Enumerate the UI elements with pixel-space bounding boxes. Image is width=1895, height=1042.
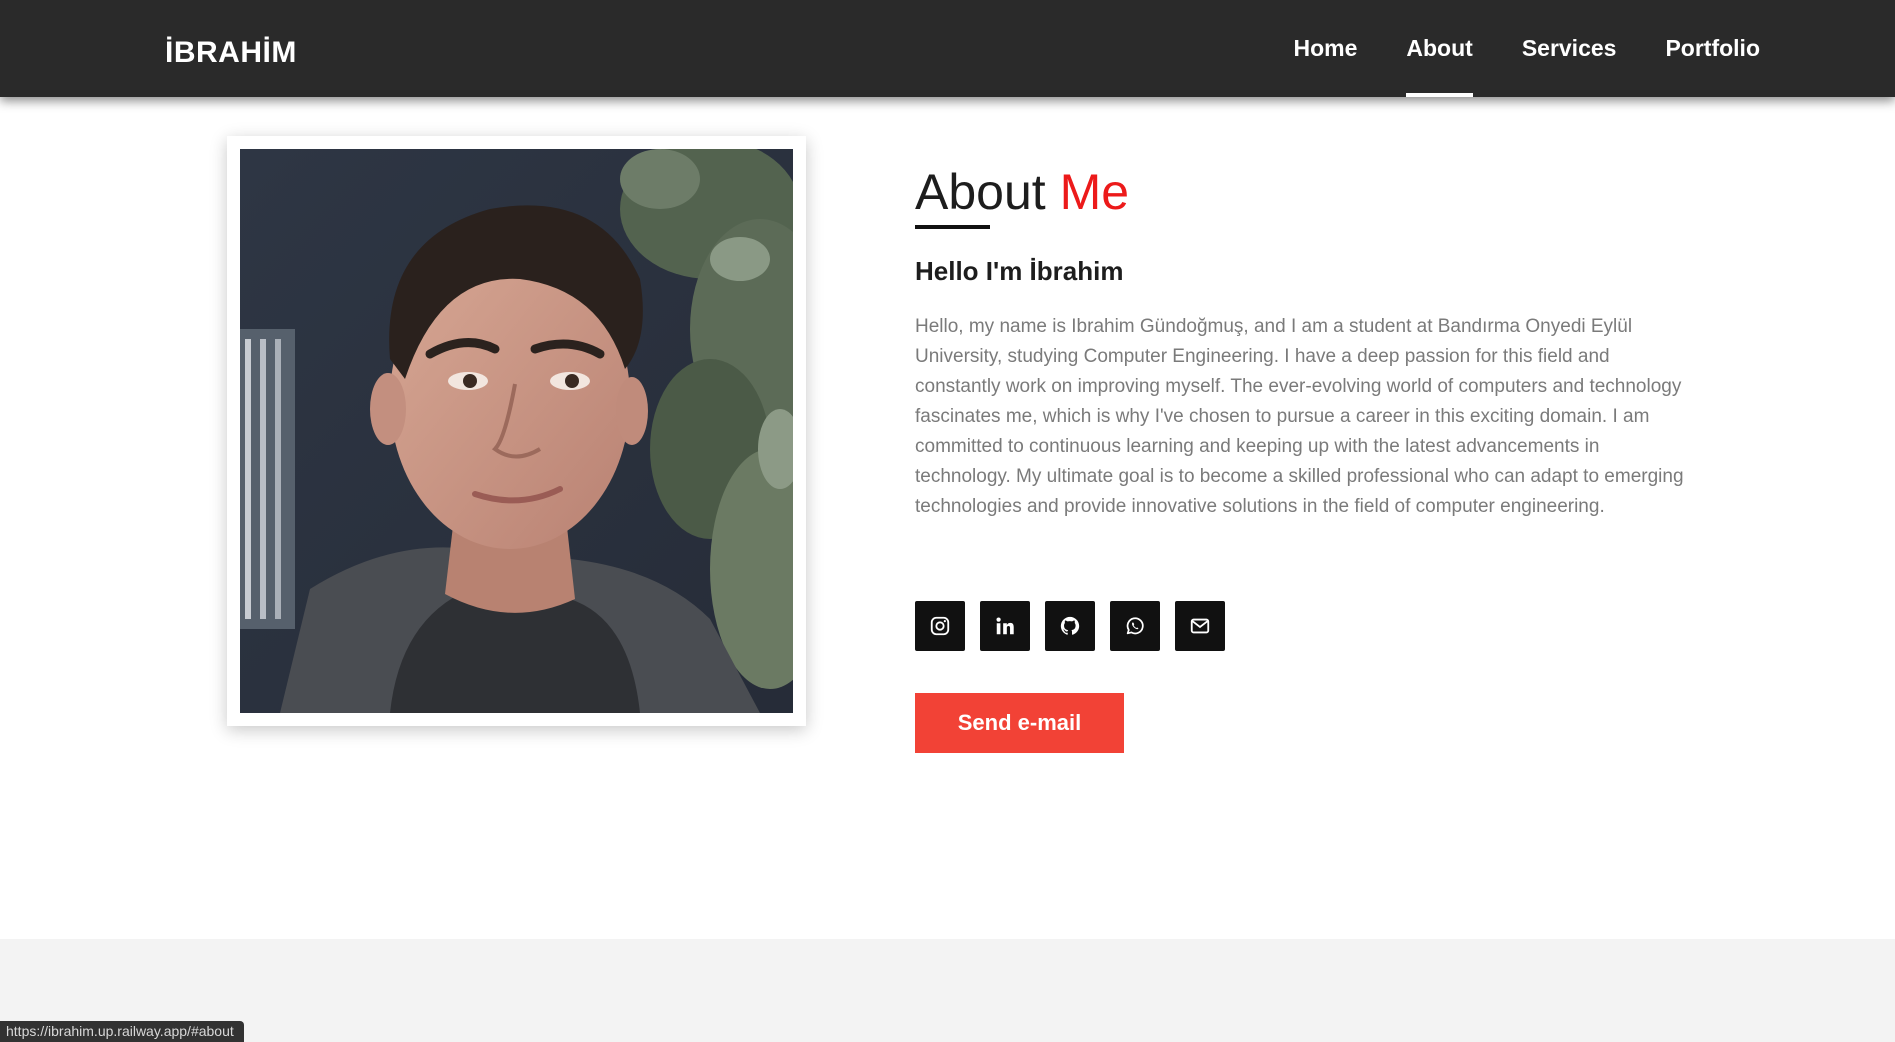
profile-photo-frame	[227, 136, 806, 726]
greeting: Hello I'm İbrahim	[915, 256, 1124, 286]
nav-services[interactable]: Services	[1522, 0, 1617, 97]
linkedin-icon	[996, 617, 1014, 635]
bio-text: Hello, my name is Ibrahim Gündoğmuş, and…	[915, 316, 1684, 517]
about-title-main: About	[915, 164, 1046, 220]
nav-home[interactable]: Home	[1293, 0, 1357, 97]
send-email-button[interactable]: Send e-mail	[915, 693, 1124, 753]
instagram-button[interactable]	[915, 601, 965, 651]
main-nav: Home About Services Portfolio	[1293, 0, 1760, 97]
whatsapp-button[interactable]	[1110, 601, 1160, 651]
link-status-bar: https://ibrahim.up.railway.app/#about	[0, 1021, 244, 1042]
instagram-icon	[930, 616, 950, 636]
github-button[interactable]	[1045, 601, 1095, 651]
email-button[interactable]	[1175, 601, 1225, 651]
navbar: İBRAHİM Home About Services Portfolio	[0, 0, 1895, 97]
whatsapp-icon	[1126, 617, 1144, 635]
linkedin-button[interactable]	[980, 601, 1030, 651]
next-section-background	[0, 939, 1895, 1042]
profile-photo	[240, 149, 793, 713]
about-title: About Me	[915, 162, 1129, 222]
brand-logo[interactable]: İBRAHİM	[165, 35, 297, 71]
email-icon	[1190, 618, 1210, 634]
social-links	[915, 601, 1225, 651]
title-underline	[915, 225, 990, 229]
nav-about[interactable]: About	[1406, 0, 1474, 97]
about-title-accent: Me	[1059, 164, 1130, 220]
nav-portfolio[interactable]: Portfolio	[1665, 0, 1760, 97]
github-icon	[1060, 616, 1080, 635]
